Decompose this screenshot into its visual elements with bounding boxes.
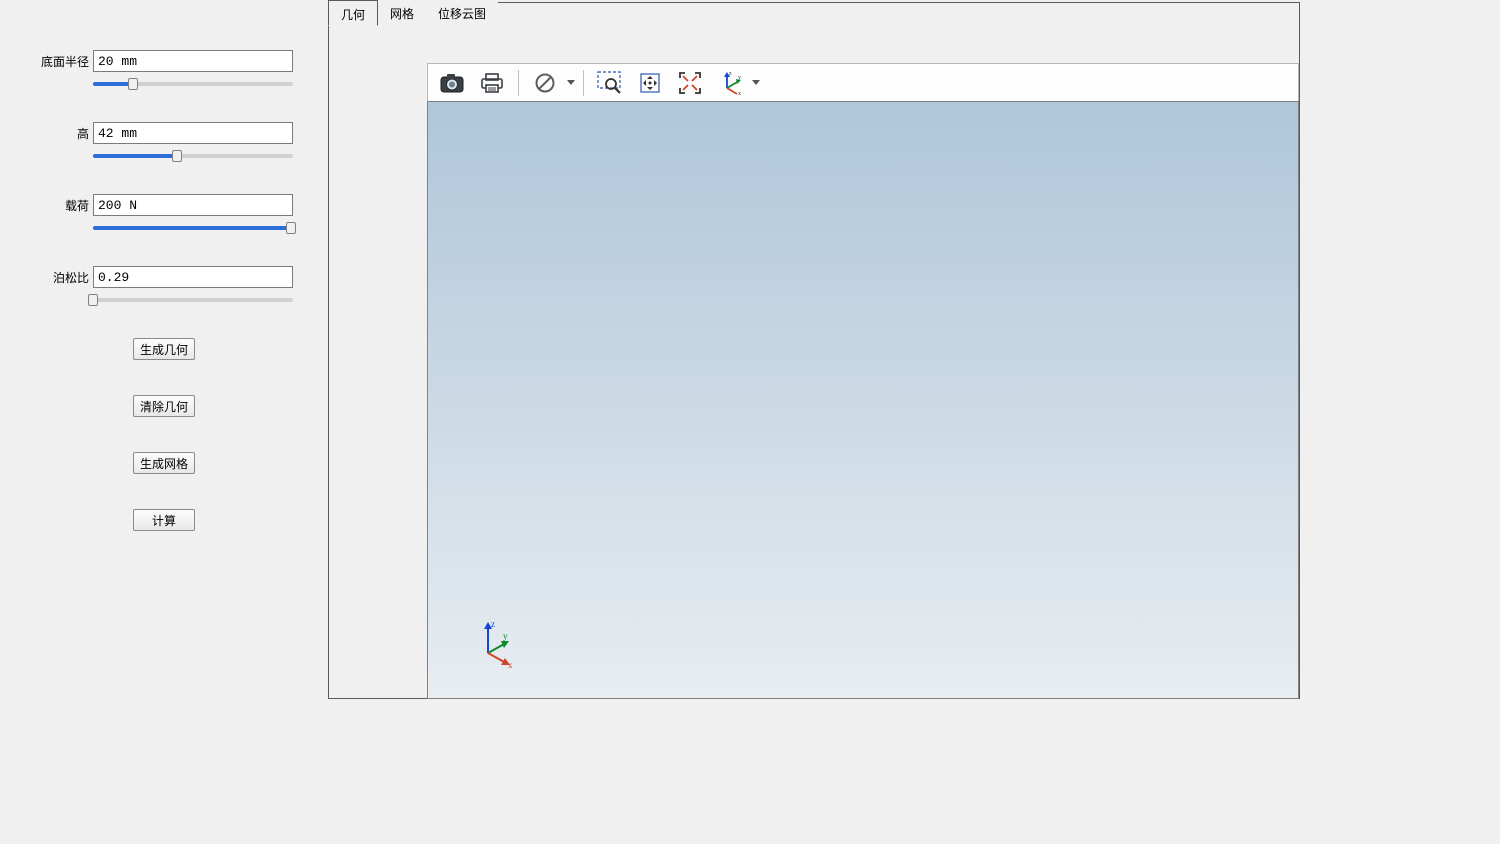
- main-panel: z y x z y x: [328, 2, 1300, 699]
- param-row-load: 载荷: [35, 194, 293, 216]
- input-load[interactable]: [93, 194, 293, 216]
- label-height: 高: [35, 125, 93, 142]
- no-entry-dropdown[interactable]: [565, 80, 577, 86]
- svg-text:z: z: [491, 619, 495, 629]
- svg-text:x: x: [738, 91, 741, 96]
- compute-button[interactable]: 计算: [133, 509, 195, 531]
- tab-mesh[interactable]: 网格: [378, 0, 426, 26]
- slider-load[interactable]: [93, 220, 293, 236]
- generate-mesh-button[interactable]: 生成网格: [133, 452, 195, 474]
- label-poisson: 泊松比: [35, 269, 93, 286]
- tab-displacement[interactable]: 位移云图: [426, 0, 498, 26]
- svg-text:y: y: [738, 75, 741, 81]
- input-poisson[interactable]: [93, 266, 293, 288]
- tab-geometry[interactable]: 几何: [328, 0, 378, 26]
- svg-text:x: x: [508, 660, 513, 668]
- viewer-toolbar: z y x: [427, 63, 1299, 101]
- slider-radius[interactable]: [93, 76, 293, 92]
- label-radius: 底面半径: [35, 53, 93, 70]
- input-height[interactable]: [93, 122, 293, 144]
- toolbar-separator: [583, 70, 584, 96]
- svg-text:y: y: [503, 631, 508, 641]
- axis-gizmo: z y x: [468, 618, 518, 668]
- print-icon[interactable]: [472, 66, 512, 100]
- canvas-3d[interactable]: z y x: [427, 101, 1299, 699]
- camera-icon[interactable]: [432, 66, 472, 100]
- tab-bar: 几何 网格 位移云图: [328, 0, 498, 26]
- generate-geometry-button[interactable]: 生成几何: [133, 338, 195, 360]
- axis-orient-icon[interactable]: z y x: [710, 66, 750, 100]
- no-entry-icon[interactable]: [525, 66, 565, 100]
- label-load: 载荷: [35, 197, 93, 214]
- clear-geometry-button[interactable]: 清除几何: [133, 395, 195, 417]
- fit-extents-icon[interactable]: [670, 66, 710, 100]
- zoom-box-icon[interactable]: [590, 66, 630, 100]
- slider-poisson[interactable]: [93, 292, 293, 308]
- param-row-radius: 底面半径: [35, 50, 293, 72]
- slider-height[interactable]: [93, 148, 293, 164]
- pan-icon[interactable]: [630, 66, 670, 100]
- axis-orient-dropdown[interactable]: [750, 80, 762, 86]
- param-row-poisson: 泊松比: [35, 266, 293, 288]
- svg-text:z: z: [729, 71, 732, 77]
- viewer-area: z y x z y x: [427, 63, 1299, 699]
- param-row-height: 高: [35, 122, 293, 144]
- toolbar-separator: [518, 70, 519, 96]
- sidebar: 底面半径 高 载荷 泊松比 生成几何 清除几何 生成网格 计算: [0, 0, 328, 844]
- input-radius[interactable]: [93, 50, 293, 72]
